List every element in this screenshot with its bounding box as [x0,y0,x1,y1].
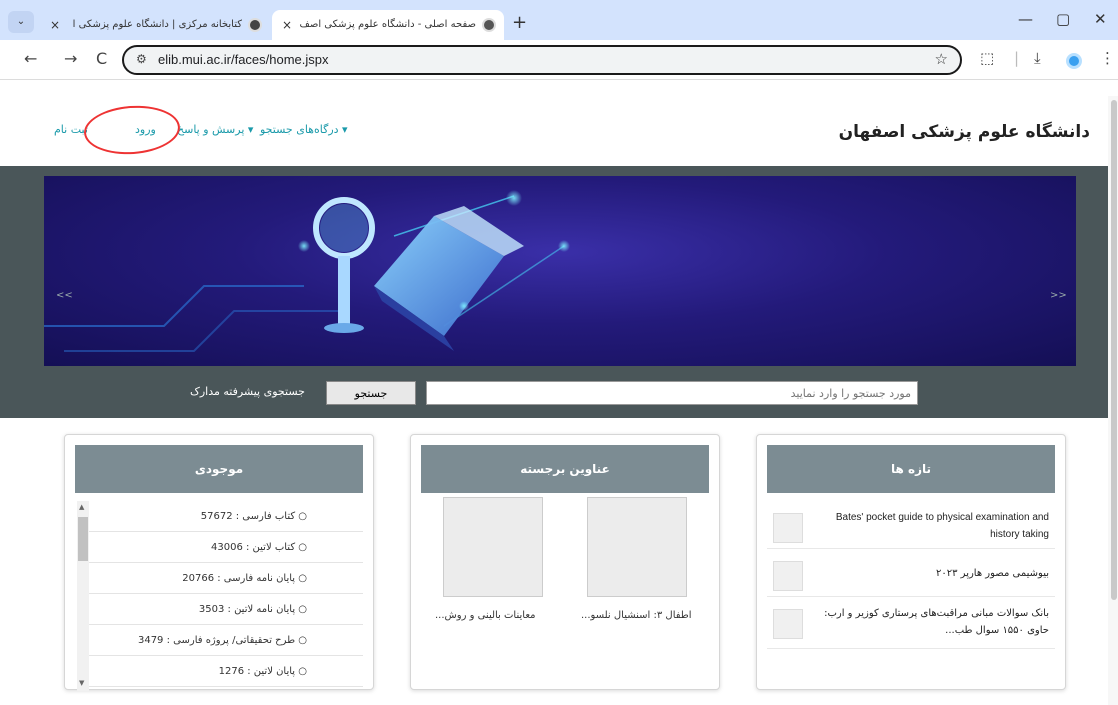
list-item[interactable]: ○ پایان نامه لاتین : 3503 [77,594,363,625]
reload-icon[interactable]: C [96,49,107,68]
panel-title: موجودی [75,445,363,493]
tab-home[interactable]: صفحه اصلی - دانشگاه علوم پزشکی اصف × [272,10,504,40]
book-caption[interactable]: معاینات بالینی و روش... [435,610,536,621]
qa-menu[interactable]: پرسش و پاسخ ▾ [177,123,253,136]
tab-title: کتابخانه مرکزی | دانشگاه علوم پزشکی ا [72,19,242,30]
latest-panel: تازه ها Bates' pocket guide to physical … [756,434,1066,690]
search-input[interactable] [426,381,918,405]
book-thumbnail [773,561,803,591]
browser-menu-icon[interactable]: ⋮ [1100,49,1115,67]
globe-icon [482,18,496,32]
back-arrow-icon[interactable]: ← [24,49,37,68]
book-caption[interactable]: اطفال ۳: اسنشیال نلسو... [581,610,692,621]
close-icon[interactable]: × [50,10,60,40]
page-scrollbar-thumb[interactable] [1111,100,1117,600]
banner-next-arrow[interactable]: >> [1050,290,1067,301]
extension-icon[interactable] [1066,53,1082,69]
list-item[interactable]: بیوشیمی مصور هارپر ۲۰۲۳ [767,551,1055,597]
book-cover[interactable] [587,497,687,597]
panel-title: عناوین برجسته [421,445,709,493]
banner-prev-arrow[interactable]: << [56,290,73,301]
scrollbar-thumb[interactable] [78,517,88,561]
list-item[interactable]: بانک سوالات مبانی مراقبت‌های پرستاری کوز… [767,599,1055,649]
close-icon[interactable]: × [282,10,292,40]
list-item[interactable]: ○ پایان نامه فارسی : 20766 [77,563,363,594]
list-item[interactable]: ○ کتاب فارسی : 57672 [77,501,363,532]
banner-illustration [44,190,570,352]
site-title: دانشگاه علوم پزشکی اصفهان [838,122,1090,142]
extensions-icon[interactable]: ⬚ [980,49,994,67]
scroll-down-icon[interactable]: ▼ [79,679,84,687]
forward-arrow-icon[interactable]: → [64,49,77,68]
item-title[interactable]: Bates' pocket guide to physical examinat… [811,509,1049,543]
scrollbar[interactable]: ▲ ▼ [77,501,89,691]
featured-panel: عناوین برجسته اطفال ۳: اسنشیال نلسو... م… [410,434,720,690]
browser-tabstrip: ⌄ کتابخانه مرکزی | دانشگاه علوم پزشکی ا … [0,0,1118,40]
download-icon[interactable]: ⤓ [1034,49,1041,67]
tab-title: صفحه اصلی - دانشگاه علوم پزشکی اصف [300,19,476,30]
item-title[interactable]: بانک سوالات مبانی مراقبت‌های پرستاری کوز… [811,605,1049,639]
browser-toolbar: ← → C ⚙ elib.mui.ac.ir/faces/home.jspx ☆… [0,40,1118,80]
register-link[interactable]: ثبت نام [54,123,88,136]
address-bar[interactable]: ⚙ elib.mui.ac.ir/faces/home.jspx ☆ [122,45,962,75]
panel-title: تازه ها [767,445,1055,493]
minimize-button[interactable]: — [1018,10,1033,28]
item-title[interactable]: بیوشیمی مصور هارپر ۲۰۲۳ [811,565,1049,582]
maximize-button[interactable]: ▢ [1056,10,1070,28]
stock-panel: موجودی ○ کتاب فارسی : 57672 ○ کتاب لاتین… [64,434,374,691]
tab-library[interactable]: کتابخانه مرکزی | دانشگاه علوم پزشکی ا × [40,10,270,40]
list-item[interactable]: Bates' pocket guide to physical examinat… [767,503,1055,549]
new-tab-button[interactable]: + [512,12,527,33]
tab-search-button[interactable]: ⌄ [8,11,34,33]
hero-banner [44,176,1076,366]
bookmark-star-icon[interactable]: ☆ [935,50,948,68]
university-logo-icon [248,18,262,32]
book-thumbnail [773,513,803,543]
site-settings-icon[interactable]: ⚙ [136,52,147,66]
toolbar-divider: | [1014,49,1020,67]
book-cover[interactable] [443,497,543,597]
search-portals-menu[interactable]: درگاه‌های جستجو ▾ [260,123,348,136]
stock-list: ○ کتاب فارسی : 57672 ○ کتاب لاتین : 4300… [77,501,363,691]
scroll-up-icon[interactable]: ▲ [79,503,84,511]
advanced-search-link[interactable]: جستجوی پیشرفته مدارک [190,385,305,398]
search-button[interactable]: جستجو [326,381,416,405]
book-thumbnail [773,609,803,639]
list-item[interactable]: ○ طرح تحقیقاتی/ پروژه فارسی : 3479 [77,625,363,656]
list-item[interactable]: ○ کتاب لاتین : 43006 [77,532,363,563]
url-text[interactable]: elib.mui.ac.ir/faces/home.jspx [158,52,329,67]
close-window-button[interactable]: ✕ [1094,10,1107,28]
list-item[interactable]: ○ پایان لاتین : 1276 [77,656,363,687]
